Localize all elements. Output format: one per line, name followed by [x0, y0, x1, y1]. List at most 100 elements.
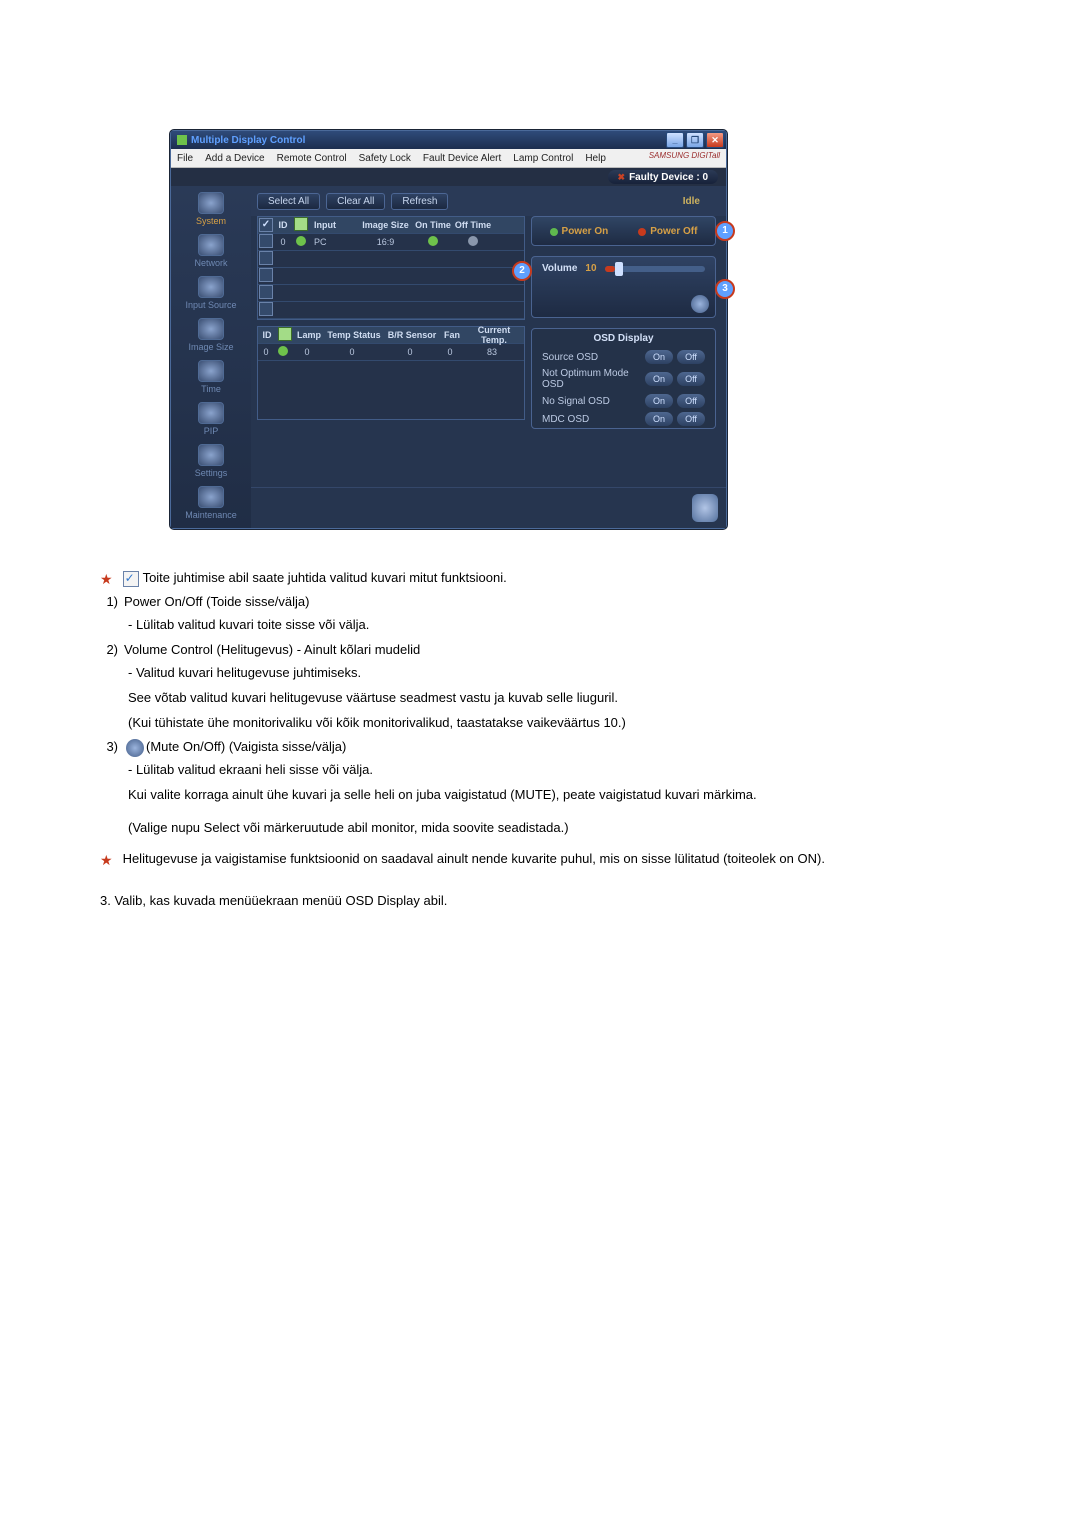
select-all-button[interactable]: Select All: [257, 193, 320, 210]
nav-time[interactable]: Time: [175, 358, 247, 398]
star-icon: ★: [100, 569, 113, 589]
cell-input: PC: [310, 237, 358, 247]
col-temp-status: Temp Status: [324, 330, 384, 340]
osd-notoptimum-off[interactable]: Off: [677, 372, 705, 386]
nav-pip[interactable]: PIP: [175, 400, 247, 440]
menu-add-device[interactable]: Add a Device: [205, 153, 264, 164]
note-text: Helitugevuse ja vaigistamise funktsiooni…: [123, 850, 825, 870]
table-row[interactable]: [258, 251, 524, 268]
system-icon: [198, 192, 224, 214]
menu-help[interactable]: Help: [585, 153, 606, 164]
col-checkbox[interactable]: [259, 218, 273, 232]
device-table-2: ID Lamp Temp Status B/R Sensor Fan Curre…: [257, 326, 525, 420]
table-row[interactable]: 0 0 0 0 0 83: [258, 344, 524, 361]
osd-source-on[interactable]: On: [645, 350, 673, 364]
refresh-button[interactable]: Refresh: [391, 193, 448, 210]
device-table-1: ID Input Image Size On Time Off Time 0: [257, 216, 525, 320]
osd-nosignal-off[interactable]: Off: [677, 394, 705, 408]
volume-label: Volume: [542, 263, 577, 274]
osd-title: OSD Display: [532, 329, 715, 348]
item-3b: Kui valite korraga ainult ühe kuvari ja …: [100, 786, 980, 805]
app-icon: [177, 135, 187, 145]
col-lamp-icon: [294, 217, 308, 231]
osd-notoptimum-label: Not Optimum Mode OSD: [542, 368, 645, 390]
osd-mdc-on[interactable]: On: [645, 412, 673, 426]
mute-icon[interactable]: [691, 295, 709, 313]
callout-2: 2: [512, 261, 532, 281]
item-2-title: Volume Control (Helitugevus) - Ainult kõ…: [124, 641, 420, 660]
settings-icon: [198, 444, 224, 466]
col-id: ID: [274, 220, 292, 230]
nav-maintenance[interactable]: Maintenance: [175, 484, 247, 524]
status-idle: Idle: [683, 196, 700, 207]
osd-notoptimum-on[interactable]: On: [645, 372, 673, 386]
cell-lamp: 0: [292, 347, 322, 357]
side-nav: System Network Input Source Image Size T…: [171, 186, 251, 528]
item-2a: - Valitud kuvari helitugevuse juhtimisek…: [100, 664, 980, 683]
menu-file[interactable]: File: [177, 153, 193, 164]
table-row[interactable]: [258, 285, 524, 302]
power-off-button[interactable]: Power Off: [638, 226, 697, 237]
col-on-time: On Time: [413, 220, 453, 230]
cell-br: 0: [382, 347, 438, 357]
final-line: 3. Valib, kas kuvada menüüekraan menüü O…: [100, 892, 980, 911]
num-3: 3): [100, 738, 118, 757]
col-image-size: Image Size: [358, 220, 413, 230]
nav-input-source[interactable]: Input Source: [175, 274, 247, 314]
off-time-dot: [468, 236, 478, 246]
row-checkbox[interactable]: [259, 302, 273, 316]
col-lamp2-icon: [278, 327, 292, 341]
nav-system[interactable]: System: [175, 190, 247, 230]
menu-lamp-control[interactable]: Lamp Control: [513, 153, 573, 164]
menubar: File Add a Device Remote Control Safety …: [171, 149, 726, 168]
num-1: 1): [100, 593, 118, 612]
on-time-dot: [428, 236, 438, 246]
row-checkbox[interactable]: [259, 251, 273, 265]
osd-nosignal-label: No Signal OSD: [542, 396, 610, 407]
image-size-icon: [198, 318, 224, 340]
table-row[interactable]: [258, 302, 524, 319]
power-on-button[interactable]: Power On: [550, 226, 609, 237]
cell-temp: 0: [322, 347, 382, 357]
nav-network[interactable]: Network: [175, 232, 247, 272]
volume-pane: 2 Volume 10 3: [531, 256, 716, 318]
row-checkbox[interactable]: [259, 285, 273, 299]
time-icon: [198, 360, 224, 382]
col-input: Input: [310, 220, 358, 230]
col-off-time: Off Time: [453, 220, 493, 230]
titlebar: Multiple Display Control _ ❐ ✕: [171, 131, 726, 149]
table-row[interactable]: 0 PC 16:9: [258, 234, 524, 251]
menu-remote-control[interactable]: Remote Control: [277, 153, 347, 164]
power-row: Power On Power Off 1: [531, 216, 716, 246]
osd-mdc-off[interactable]: Off: [677, 412, 705, 426]
row-checkbox[interactable]: [259, 234, 273, 248]
callout-1: 1: [715, 221, 735, 241]
item-2b: See võtab valitud kuvari helitugevuse vä…: [100, 689, 980, 708]
osd-source-off[interactable]: Off: [677, 350, 705, 364]
menu-safety-lock[interactable]: Safety Lock: [359, 153, 411, 164]
input-source-icon: [198, 276, 224, 298]
table-row[interactable]: [258, 268, 524, 285]
num-2: 2): [100, 641, 118, 660]
close-button[interactable]: ✕: [706, 132, 724, 148]
mdc-window: Multiple Display Control _ ❐ ✕ File Add …: [170, 130, 727, 529]
menu-fault-device-alert[interactable]: Fault Device Alert: [423, 153, 501, 164]
col-fan: Fan: [440, 330, 464, 340]
row-checkbox[interactable]: [259, 268, 273, 282]
maintenance-icon: [198, 486, 224, 508]
osd-nosignal-on[interactable]: On: [645, 394, 673, 408]
status-dot2-icon: [278, 346, 288, 356]
col-lamp: Lamp: [294, 330, 324, 340]
mute-inline-icon: [126, 739, 144, 757]
nav-image-size[interactable]: Image Size: [175, 316, 247, 356]
item-2c: (Kui tühistate ühe monitorivaliku või kõ…: [100, 714, 980, 733]
star-icon: ★: [100, 850, 113, 870]
maximize-button[interactable]: ❐: [686, 132, 704, 148]
pip-icon: [198, 402, 224, 424]
minimize-button[interactable]: _: [666, 132, 684, 148]
info-icon[interactable]: [692, 494, 718, 522]
nav-settings[interactable]: Settings: [175, 442, 247, 482]
volume-slider[interactable]: [605, 266, 705, 272]
cell-fan: 0: [438, 347, 462, 357]
clear-all-button[interactable]: Clear All: [326, 193, 385, 210]
